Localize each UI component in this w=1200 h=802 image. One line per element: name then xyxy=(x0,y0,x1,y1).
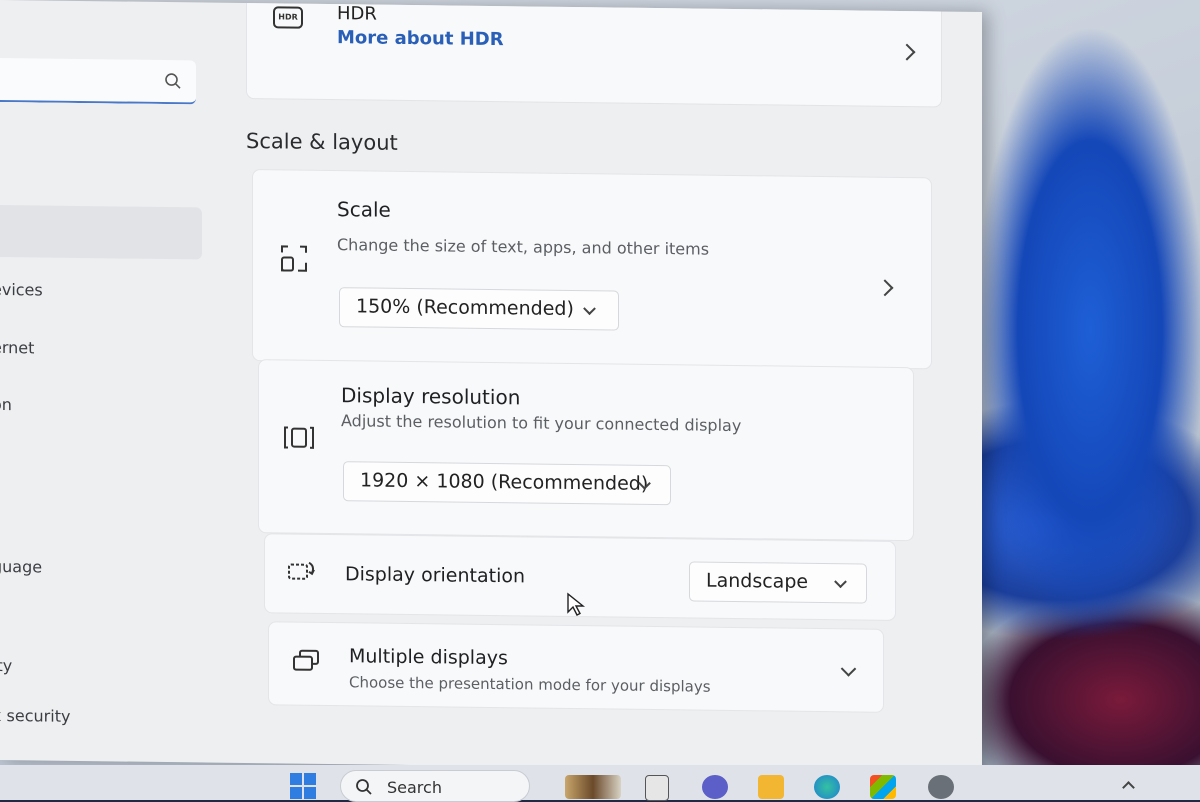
taskbar-search[interactable]: Search xyxy=(340,770,530,802)
chevron-right-icon xyxy=(876,279,894,297)
chevron-down-icon[interactable] xyxy=(840,661,857,677)
chevron-right-icon xyxy=(898,43,916,61)
scale-description: Change the size of text, apps, and other… xyxy=(337,235,710,259)
display-orientation-dropdown[interactable]: Landscape xyxy=(689,561,867,604)
sidebar-item-accessibility[interactable]: ity xyxy=(0,656,12,675)
scale-card[interactable]: Scale Change the size of text, apps, and… xyxy=(252,169,932,370)
sidebar-item-network[interactable]: ernet xyxy=(0,338,34,358)
store-icon[interactable] xyxy=(870,775,896,799)
sidebar-item-security[interactable]: x security xyxy=(0,706,70,726)
settings-window: evices ernet on guage ity x security HDR… xyxy=(0,0,982,772)
edge-icon[interactable] xyxy=(814,775,840,799)
multiple-displays-title: Multiple displays xyxy=(349,645,508,670)
hdr-title: HDR xyxy=(337,3,377,25)
taskbar: Search xyxy=(0,765,1200,802)
windows-start-icon[interactable] xyxy=(288,771,318,801)
display-resolution-description: Adjust the resolution to fit your connec… xyxy=(341,411,742,436)
multiple-displays-card[interactable]: Multiple displays Choose the presentatio… xyxy=(268,621,884,713)
scale-dropdown[interactable]: 150% (Recommended) xyxy=(339,287,619,331)
display-resolution-card: Display resolution Adjust the resolution… xyxy=(258,359,914,542)
search-icon xyxy=(356,779,372,795)
display-orientation-title: Display orientation xyxy=(345,563,526,588)
teams-icon[interactable] xyxy=(702,775,728,799)
multiple-displays-icon xyxy=(293,649,319,671)
more-about-hdr-link[interactable]: More about HDR xyxy=(337,27,504,50)
hdr-card[interactable]: HDR HDR More about HDR xyxy=(246,0,942,108)
section-title: Scale & layout xyxy=(246,129,398,155)
sidebar-item-personalization[interactable]: on xyxy=(0,395,12,414)
chevron-down-icon xyxy=(834,575,847,589)
file-explorer-icon[interactable] xyxy=(758,775,784,799)
scale-value: 150% (Recommended) xyxy=(356,295,574,321)
display-resolution-value: 1920 × 1080 (Recommended) xyxy=(360,469,649,495)
display-resolution-dropdown[interactable]: 1920 × 1080 (Recommended) xyxy=(343,461,671,506)
hdr-icon: HDR xyxy=(273,6,303,29)
sidebar-item-system[interactable] xyxy=(0,204,202,260)
sidebar-item-language[interactable]: guage xyxy=(0,557,42,577)
scale-icon xyxy=(281,245,307,272)
display-resolution-title: Display resolution xyxy=(341,383,521,410)
display-resolution-icon xyxy=(284,426,314,449)
search-highlight-icon[interactable] xyxy=(565,775,621,799)
sidebar: evices ernet on guage ity x security xyxy=(0,0,215,763)
settings-search-input[interactable] xyxy=(0,57,196,105)
search-icon xyxy=(165,73,181,89)
scale-title: Scale xyxy=(337,197,391,222)
task-view-icon[interactable] xyxy=(645,775,669,801)
multiple-displays-description: Choose the presentation mode for your di… xyxy=(349,673,711,696)
mouse-cursor-icon xyxy=(567,592,585,616)
sidebar-item-devices[interactable]: evices xyxy=(0,280,43,300)
settings-gear-icon[interactable] xyxy=(928,775,954,799)
chevron-up-icon[interactable] xyxy=(1122,781,1135,794)
display-orientation-icon xyxy=(288,561,315,580)
chevron-down-icon xyxy=(583,302,596,316)
display-orientation-value: Landscape xyxy=(706,569,809,593)
taskbar-search-label: Search xyxy=(387,778,442,797)
